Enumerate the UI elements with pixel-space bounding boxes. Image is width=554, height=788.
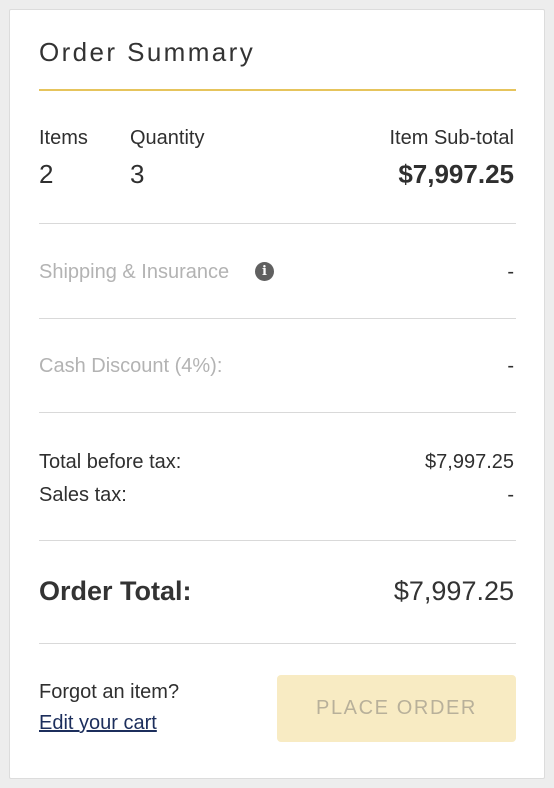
divider <box>39 540 516 541</box>
divider <box>39 643 516 644</box>
cash-discount-label: Cash Discount (4%): <box>39 355 223 377</box>
order-total-value: $7,997.25 <box>393 576 514 606</box>
items-label: Items <box>39 127 88 149</box>
divider <box>39 223 516 224</box>
order-summary-title: Order Summary <box>39 37 256 67</box>
sales-tax-value: - <box>507 484 514 506</box>
divider <box>39 412 516 413</box>
shipping-label: Shipping & Insurance <box>39 261 230 283</box>
shipping-value: - <box>507 261 514 283</box>
total-before-tax-value: $7,997.25 <box>425 451 514 473</box>
cash-discount-value: - <box>507 355 514 377</box>
place-order-button[interactable]: PLACE ORDER <box>277 675 516 742</box>
info-icon[interactable]: i <box>255 262 274 281</box>
divider <box>39 318 516 319</box>
sales-tax-label: Sales tax: <box>39 484 127 506</box>
forgot-item-text: Forgot an item? <box>39 681 180 703</box>
edit-cart-link[interactable]: Edit your cart <box>39 712 157 735</box>
quantity-value: 3 <box>130 159 145 189</box>
order-summary-card: Order Summary Items 2 Quantity 3 Item Su… <box>9 9 545 779</box>
quantity-label: Quantity <box>130 127 205 149</box>
subtotal-value: $7,997.25 <box>398 159 514 189</box>
total-before-tax-label: Total before tax: <box>39 451 182 473</box>
order-total-label: Order Total: <box>39 576 192 606</box>
subtotal-label: Item Sub-total <box>389 127 514 149</box>
items-value: 2 <box>39 159 54 189</box>
title-accent-rule <box>39 89 516 91</box>
